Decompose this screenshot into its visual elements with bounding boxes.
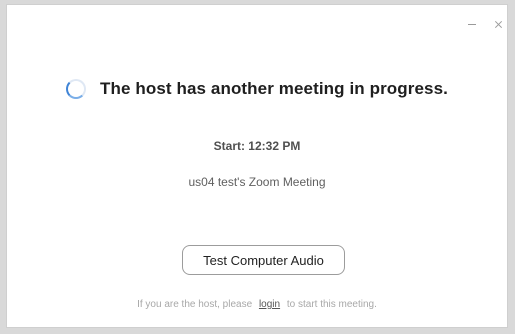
status-headline: The host has another meeting in progress…	[100, 79, 448, 98]
loading-spinner-icon	[66, 79, 87, 99]
host-note-suffix: to start this meeting.	[286, 299, 377, 310]
host-note-prefix: If you are the host, please	[137, 299, 253, 310]
host-login-note: If you are the host, please login to sta…	[7, 299, 507, 310]
meeting-waiting-window: The host has another meeting in progress…	[6, 4, 508, 328]
meeting-name: us04 test's Zoom Meeting	[188, 175, 326, 189]
status-headline-row: The host has another meeting in progress…	[7, 79, 507, 99]
close-button[interactable]	[489, 15, 507, 33]
minimize-icon	[468, 23, 476, 25]
minimize-button[interactable]	[463, 15, 481, 33]
login-link[interactable]: login	[259, 299, 280, 310]
test-computer-audio-button[interactable]: Test Computer Audio	[182, 245, 345, 275]
meeting-start-time: Start: 12:32 PM	[213, 139, 301, 153]
close-icon	[494, 20, 503, 29]
